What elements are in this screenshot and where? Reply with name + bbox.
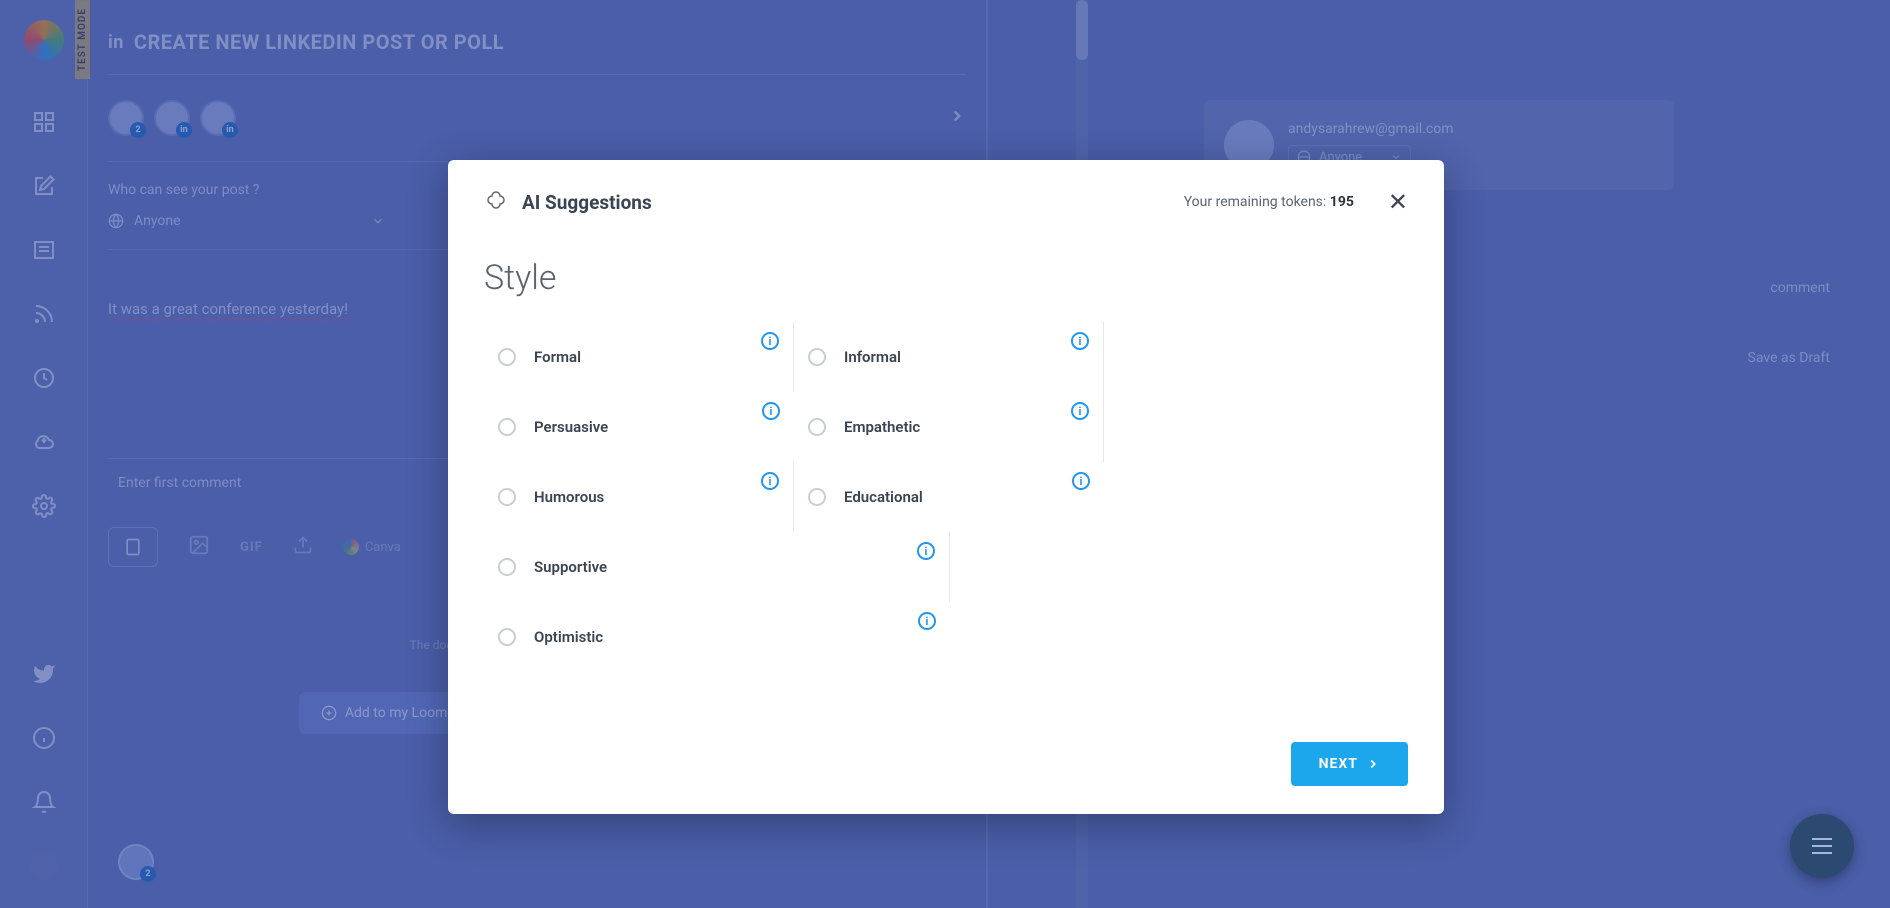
openai-icon <box>484 190 508 214</box>
style-option-informal[interactable]: Informal i <box>794 322 1104 392</box>
modal-footer: NEXT <box>484 742 1408 786</box>
hamburger-icon <box>1812 838 1832 854</box>
style-option-optimistic[interactable]: Optimistic i <box>484 602 950 672</box>
chevron-right-icon <box>1366 757 1380 771</box>
style-label: Supportive <box>534 558 607 576</box>
radio-icon <box>808 348 826 366</box>
radio-icon <box>498 628 516 646</box>
modal-header: AI Suggestions Your remaining tokens: 19… <box>484 190 1408 214</box>
style-options-grid: Formal i Informal i Persuasive i Empathe… <box>484 322 1408 672</box>
radio-icon <box>808 488 826 506</box>
close-button[interactable]: ✕ <box>1388 190 1408 214</box>
style-label: Persuasive <box>534 418 608 436</box>
info-icon[interactable]: i <box>917 542 935 560</box>
tokens-value: 195 <box>1330 194 1354 210</box>
style-option-educational[interactable]: Educational i <box>794 462 1104 532</box>
info-icon[interactable]: i <box>761 472 779 490</box>
info-icon[interactable]: i <box>761 332 779 350</box>
radio-icon <box>498 558 516 576</box>
info-icon[interactable]: i <box>1072 472 1090 490</box>
tokens-remaining: Your remaining tokens: 195 <box>1184 194 1354 210</box>
style-label: Educational <box>844 488 923 506</box>
style-label: Empathetic <box>844 418 920 436</box>
style-label: Formal <box>534 348 581 366</box>
style-label: Informal <box>844 348 901 366</box>
radio-icon <box>498 418 516 436</box>
style-label: Humorous <box>534 488 604 506</box>
next-button[interactable]: NEXT <box>1291 742 1408 786</box>
info-icon[interactable]: i <box>1071 402 1089 420</box>
radio-icon <box>498 348 516 366</box>
modal-title: AI Suggestions <box>522 191 652 214</box>
radio-icon <box>498 488 516 506</box>
style-option-formal[interactable]: Formal i <box>484 322 794 392</box>
tokens-label: Your remaining tokens: <box>1184 194 1330 210</box>
next-label: NEXT <box>1319 756 1358 772</box>
style-option-supportive[interactable]: Supportive i <box>484 532 950 602</box>
info-icon[interactable]: i <box>762 402 780 420</box>
ai-suggestions-modal: AI Suggestions Your remaining tokens: 19… <box>448 160 1444 814</box>
menu-fab-button[interactable] <box>1790 814 1854 878</box>
info-icon[interactable]: i <box>1071 332 1089 350</box>
style-label: Optimistic <box>534 628 603 646</box>
style-option-humorous[interactable]: Humorous i <box>484 462 794 532</box>
style-option-persuasive[interactable]: Persuasive i <box>484 392 794 462</box>
info-icon[interactable]: i <box>918 612 936 630</box>
style-section-title: Style <box>484 258 1408 298</box>
radio-icon <box>808 418 826 436</box>
style-option-empathetic[interactable]: Empathetic i <box>794 392 1104 462</box>
